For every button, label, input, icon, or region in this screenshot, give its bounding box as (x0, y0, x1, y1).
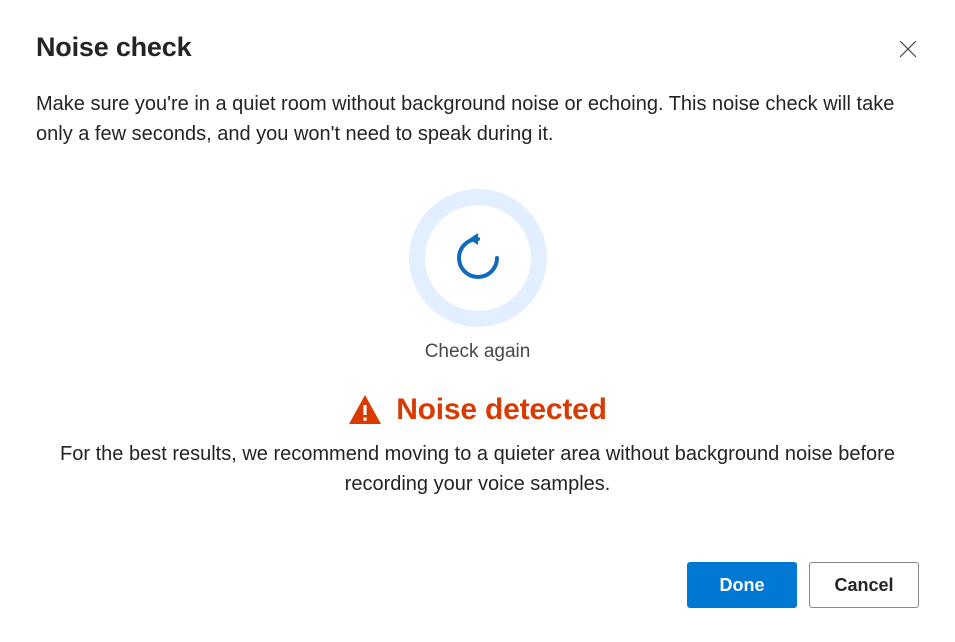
button-row: Done Cancel (687, 562, 919, 608)
done-button[interactable]: Done (687, 562, 797, 608)
check-section: Check again (36, 189, 919, 363)
status-section: Noise detected For the best results, we … (36, 393, 919, 499)
status-header: Noise detected (348, 393, 607, 427)
dialog-description: Make sure you're in a quiet room without… (36, 89, 919, 149)
close-icon (899, 40, 917, 58)
dialog-title: Noise check (36, 32, 191, 63)
cancel-button[interactable]: Cancel (809, 562, 919, 608)
close-button[interactable] (895, 36, 921, 62)
retry-icon (453, 233, 503, 283)
check-again-button[interactable] (409, 189, 547, 327)
check-again-label: Check again (425, 341, 531, 363)
noise-check-dialog: Noise check Make sure you're in a quiet … (0, 0, 955, 642)
dialog-header: Noise check (36, 32, 919, 63)
status-title: Noise detected (396, 393, 607, 427)
warning-icon (348, 393, 382, 427)
status-description: For the best results, we recommend movin… (36, 439, 919, 499)
